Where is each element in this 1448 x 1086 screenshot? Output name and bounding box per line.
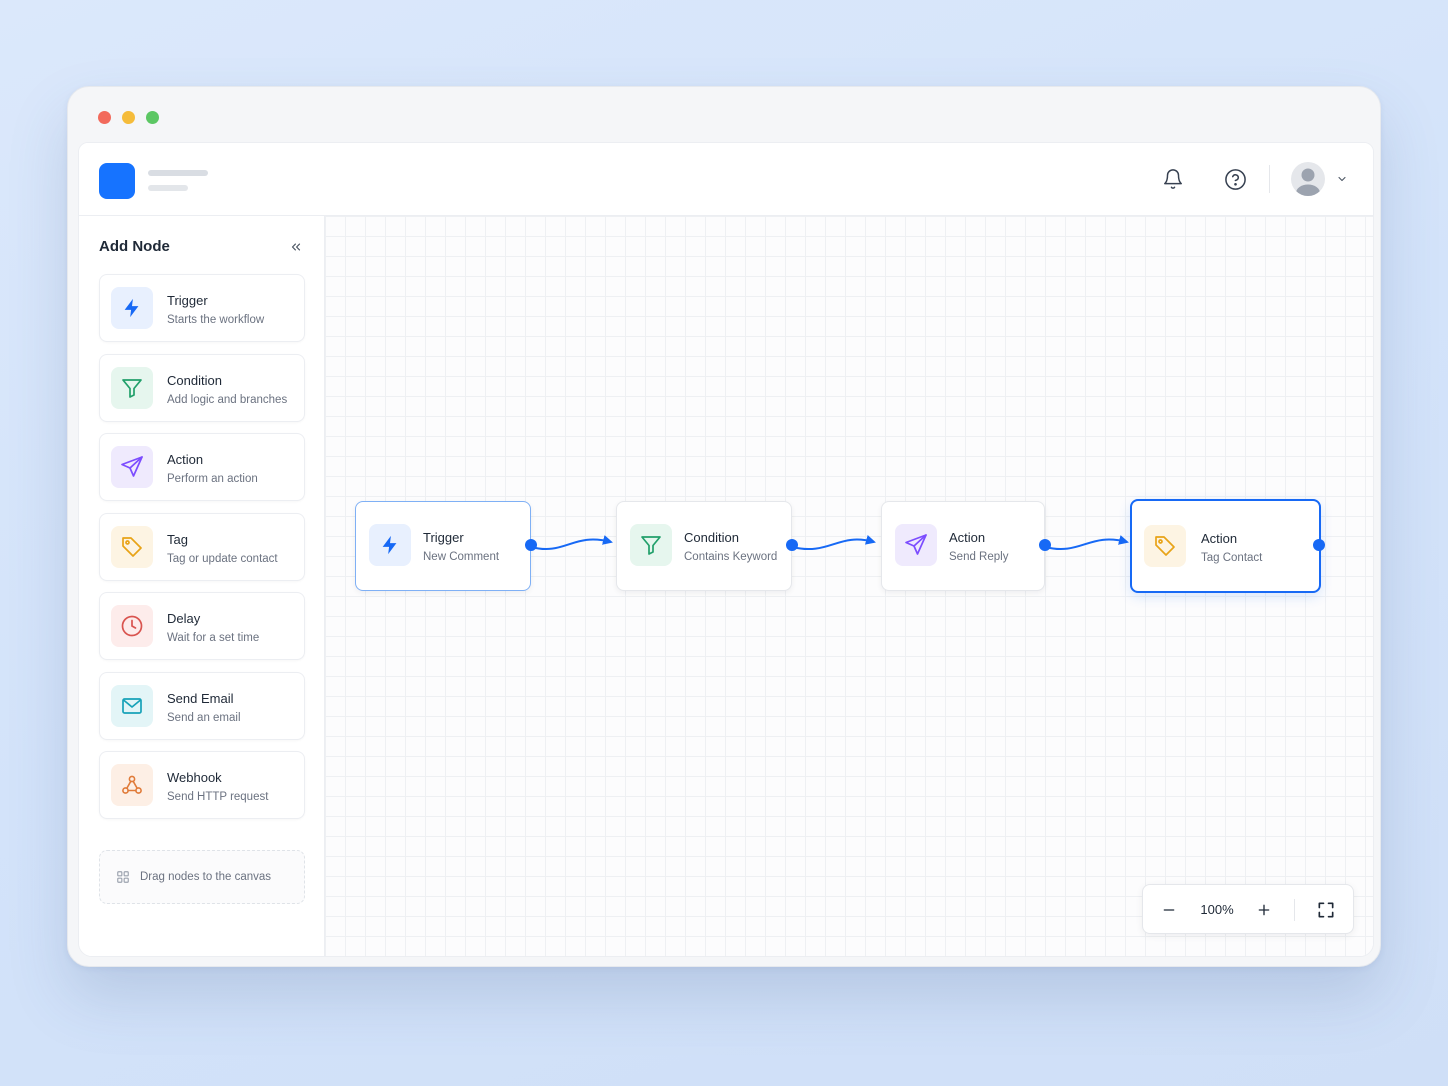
app-name-placeholder bbox=[148, 170, 208, 176]
workflow-node-action-send-reply[interactable]: Action Send Reply bbox=[881, 501, 1051, 591]
filter-icon bbox=[630, 524, 672, 566]
palette-item-send-email[interactable]: Send Email Send an email bbox=[99, 671, 305, 740]
maximize-window-button[interactable] bbox=[146, 111, 159, 124]
send-icon bbox=[111, 446, 153, 488]
output-port[interactable] bbox=[1313, 539, 1325, 551]
tag-icon bbox=[111, 525, 153, 568]
output-port[interactable] bbox=[525, 539, 537, 551]
palette-item-description: Send an email bbox=[167, 711, 241, 724]
workflow-node-title: Condition bbox=[684, 530, 739, 545]
filter-icon bbox=[111, 366, 153, 409]
palette-item-description: Send HTTP request bbox=[167, 791, 269, 803]
lightning-icon bbox=[111, 287, 153, 329]
zoom-in-button[interactable] bbox=[1252, 898, 1276, 922]
tag-icon bbox=[1144, 525, 1186, 567]
sidebar-title: Add Node bbox=[99, 238, 170, 255]
palette-item-description: Tag or update contact bbox=[167, 552, 278, 565]
palette-item-description: Starts the workflow bbox=[167, 314, 265, 326]
workflow-node-trigger[interactable]: Trigger New Comment bbox=[355, 501, 537, 591]
notifications-bell-icon[interactable] bbox=[1160, 166, 1186, 192]
palette-item-description: Wait for a set time bbox=[167, 632, 260, 644]
webhook-icon bbox=[111, 764, 153, 806]
zoom-divider bbox=[1294, 899, 1295, 921]
workflow-node-subtitle: Contains Keyword bbox=[684, 551, 778, 563]
palette-item-label: Delay bbox=[167, 611, 201, 626]
workflow-node-action-tag-contact[interactable]: Action Tag Contact bbox=[1130, 499, 1325, 593]
close-window-button[interactable] bbox=[98, 111, 111, 124]
edge-trigger-to-condition[interactable] bbox=[530, 535, 613, 550]
lightning-icon bbox=[369, 524, 411, 566]
drag-hint: Drag nodes to the canvas bbox=[99, 850, 305, 904]
app-window: Add Node Trigger Starts the workflow Con… bbox=[67, 86, 1381, 967]
workflow-node-subtitle: Send Reply bbox=[949, 551, 1009, 563]
send-icon bbox=[895, 524, 937, 566]
workflow-node-condition[interactable]: Condition Contains Keyword bbox=[616, 501, 798, 591]
topbar-divider bbox=[1269, 165, 1270, 193]
workflow-node-subtitle: New Comment bbox=[423, 551, 500, 563]
edge-action-to-tag[interactable] bbox=[1044, 535, 1129, 551]
palette-item-delay[interactable]: Delay Wait for a set time bbox=[99, 592, 305, 660]
output-port[interactable] bbox=[1039, 539, 1051, 551]
workflow-node-title: Trigger bbox=[423, 530, 464, 545]
user-avatar[interactable] bbox=[1291, 162, 1325, 196]
workflow-node-title: Action bbox=[949, 530, 986, 545]
palette-item-description: Add logic and branches bbox=[167, 393, 288, 406]
palette-item-label: Action bbox=[167, 452, 204, 467]
palette-item-label: Send Email bbox=[167, 690, 234, 706]
palette-item-webhook[interactable]: Webhook Send HTTP request bbox=[99, 751, 305, 819]
mail-icon bbox=[111, 684, 153, 727]
top-bar bbox=[79, 143, 1373, 216]
window-controls bbox=[98, 111, 159, 124]
minimize-window-button[interactable] bbox=[122, 111, 135, 124]
output-port[interactable] bbox=[786, 539, 798, 551]
palette-item-trigger[interactable]: Trigger Starts the workflow bbox=[99, 274, 305, 342]
help-icon[interactable] bbox=[1222, 166, 1248, 192]
palette-item-description: Perform an action bbox=[167, 473, 258, 485]
edge-condition-to-action[interactable] bbox=[791, 535, 876, 551]
palette-item-label: Trigger bbox=[167, 293, 208, 308]
app-subtitle-placeholder bbox=[148, 185, 188, 191]
palette-item-condition[interactable]: Condition Add logic and branches bbox=[99, 353, 305, 422]
palette-item-tag[interactable]: Tag Tag or update contact bbox=[99, 512, 305, 581]
node-palette-list: Trigger Starts the workflow Condition Ad… bbox=[99, 274, 305, 831]
zoom-controls: 100% bbox=[1142, 884, 1354, 934]
fullscreen-icon[interactable] bbox=[1314, 898, 1338, 922]
palette-item-label: Webhook bbox=[167, 770, 222, 785]
palette-item-label: Tag bbox=[167, 531, 188, 547]
palette-item-action[interactable]: Action Perform an action bbox=[99, 433, 305, 501]
zoom-out-button[interactable] bbox=[1157, 898, 1181, 922]
chevron-down-icon[interactable] bbox=[1334, 170, 1350, 188]
workflow-node-subtitle: Tag Contact bbox=[1201, 552, 1263, 564]
workflow-node-title: Action bbox=[1201, 531, 1238, 546]
palette-item-label: Condition bbox=[167, 372, 222, 388]
workflow-builder-app: Add Node Trigger Starts the workflow Con… bbox=[78, 142, 1374, 957]
zoom-level: 100% bbox=[1200, 902, 1234, 917]
grid-icon bbox=[117, 871, 129, 883]
drag-hint-text: Drag nodes to the canvas bbox=[140, 871, 272, 883]
clock-icon bbox=[111, 605, 153, 647]
collapse-sidebar-icon[interactable] bbox=[285, 238, 307, 256]
app-logo[interactable] bbox=[99, 163, 135, 199]
add-node-sidebar: Add Node Trigger Starts the workflow Con… bbox=[79, 216, 325, 956]
workflow-canvas[interactable]: Trigger New Comment Condition Contains K… bbox=[325, 216, 1373, 956]
